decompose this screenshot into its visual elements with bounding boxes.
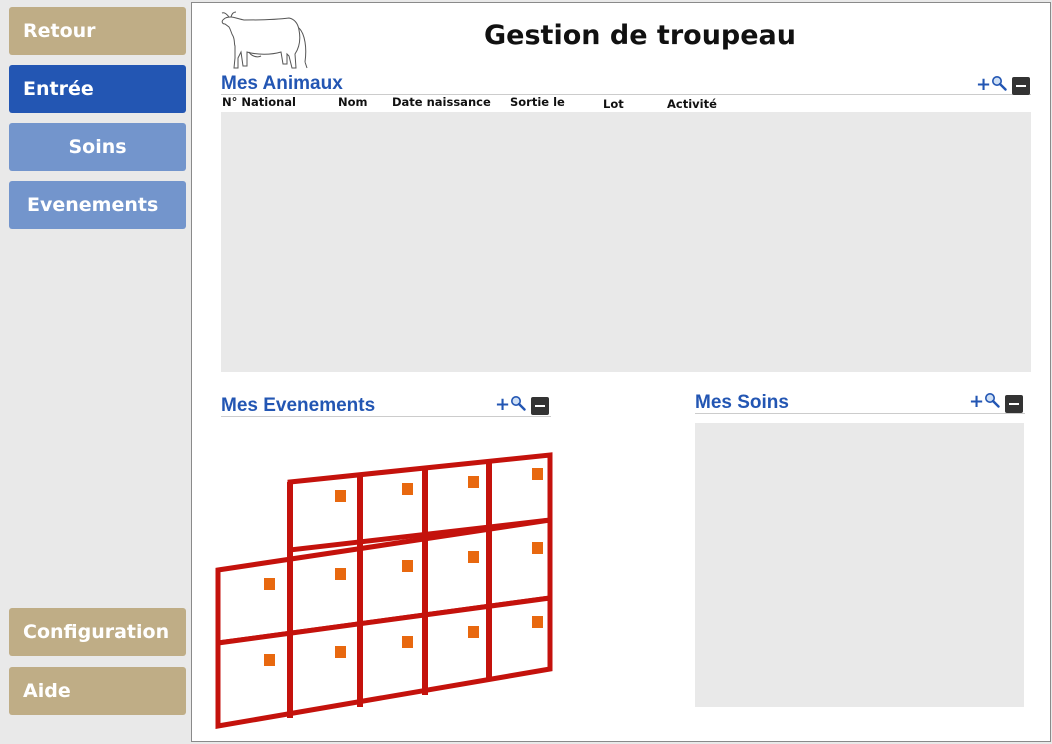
- soins-section-title: Mes Soins: [695, 392, 789, 413]
- nav-aide-button[interactable]: Aide: [9, 667, 186, 715]
- animaux-collapse-icon[interactable]: [1012, 77, 1030, 95]
- animaux-section-title: Mes Animaux: [221, 73, 343, 94]
- soins-divider: [695, 413, 1025, 414]
- soins-collapse-icon[interactable]: [1005, 395, 1023, 413]
- nav-configuration-button[interactable]: Configuration: [9, 608, 186, 656]
- evenements-divider: [221, 416, 551, 417]
- page-title: Gestion de troupeau: [484, 20, 796, 51]
- back-button[interactable]: Retour: [9, 7, 186, 55]
- column-header-date-naissance: Date naissance: [392, 95, 491, 109]
- column-header-lot: Lot: [603, 97, 624, 111]
- column-header-activite: Activité: [667, 97, 717, 111]
- nav-entree-button[interactable]: Entrée: [9, 65, 186, 113]
- animaux-table-body[interactable]: [221, 112, 1031, 372]
- nav-evenements-button[interactable]: Evenements: [9, 181, 186, 229]
- nav-soins-button[interactable]: Soins: [9, 123, 186, 171]
- column-header-sortie: Sortie le: [510, 95, 565, 109]
- soins-search-icon[interactable]: [984, 392, 1000, 408]
- animaux-add-button[interactable]: +: [976, 76, 991, 94]
- evenements-collapse-icon[interactable]: [531, 397, 549, 415]
- animaux-search-icon[interactable]: [991, 75, 1007, 91]
- cow-icon: [221, 11, 308, 69]
- calendar-icon[interactable]: [214, 450, 556, 732]
- column-header-national: N° National: [222, 95, 296, 109]
- sidebar: Retour Entrée Soins Evenements Configura…: [0, 0, 190, 744]
- evenements-add-button[interactable]: +: [495, 396, 510, 414]
- soins-list-body[interactable]: [695, 423, 1024, 707]
- column-header-nom: Nom: [338, 95, 368, 109]
- evenements-search-icon[interactable]: [510, 395, 526, 411]
- soins-add-button[interactable]: +: [969, 393, 984, 411]
- evenements-section-title: Mes Evenements: [221, 395, 376, 416]
